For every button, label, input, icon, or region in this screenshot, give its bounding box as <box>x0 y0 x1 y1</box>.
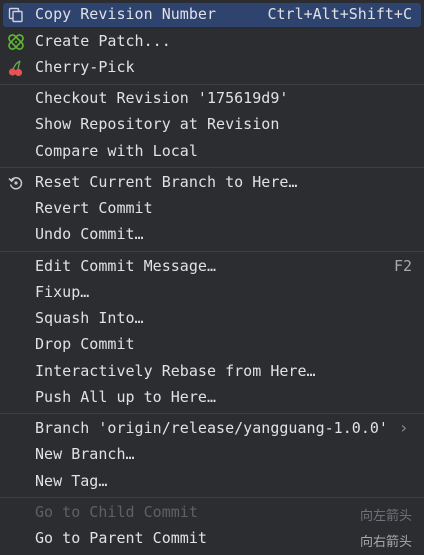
menu-separator <box>0 167 424 168</box>
squash-into-item[interactable]: Squash Into… <box>3 307 421 331</box>
create-patch-item[interactable]: Create Patch... <box>3 30 421 54</box>
show-repository-item[interactable]: Show Repository at Revision <box>3 113 421 137</box>
item-label: Branch 'origin/release/yangguang-1.0.0' <box>35 419 388 437</box>
interactive-rebase-item[interactable]: Interactively Rebase from Here… <box>3 360 421 384</box>
go-to-parent-commit-item[interactable]: Go to Parent Commit 向右箭头 <box>3 527 421 551</box>
item-shortcut: 向左箭头 <box>359 509 412 524</box>
item-label: New Branch… <box>35 445 135 463</box>
cherry-pick-item[interactable]: Cherry-Pick <box>3 56 421 80</box>
item-shortcut: F2 <box>393 257 412 275</box>
copy-revision-number-item[interactable]: Copy Revision Number Ctrl+Alt+Shift+C <box>3 3 421 27</box>
drop-commit-item[interactable]: Drop Commit <box>3 333 421 357</box>
chevron-right-icon: › <box>400 418 407 437</box>
menu-separator <box>0 251 424 252</box>
push-all-item[interactable]: Push All up to Here… <box>3 386 421 410</box>
item-label: Create Patch... <box>35 32 171 50</box>
item-label: Fixup… <box>35 283 90 301</box>
item-label: Interactively Rebase from Here… <box>35 362 316 380</box>
item-label: Undo Commit… <box>35 225 144 243</box>
patch-icon <box>7 33 25 51</box>
item-label: Cherry-Pick <box>35 58 135 76</box>
edit-commit-message-item[interactable]: Edit Commit Message… F2 <box>3 255 421 279</box>
item-label: Go to Parent Commit <box>35 529 207 547</box>
reset-icon <box>7 174 25 192</box>
new-branch-item[interactable]: New Branch… <box>3 443 421 467</box>
undo-commit-item[interactable]: Undo Commit… <box>3 223 421 247</box>
commit-context-menu: Copy Revision Number Ctrl+Alt+Shift+C Cr… <box>0 0 424 555</box>
item-label: Go to Child Commit <box>35 503 198 521</box>
menu-separator <box>0 84 424 85</box>
item-label: Squash Into… <box>35 309 144 327</box>
item-label: Show Repository at Revision <box>35 115 280 133</box>
new-tag-item[interactable]: New Tag… <box>3 470 421 494</box>
go-to-child-commit-item: Go to Child Commit 向左箭头 <box>3 501 421 525</box>
item-label: Checkout Revision '175619d9' <box>35 89 289 107</box>
item-label: Copy Revision Number <box>35 5 217 23</box>
item-label: Push All up to Here… <box>35 388 217 406</box>
item-label: New Tag… <box>35 472 108 490</box>
item-label: Revert Commit <box>35 199 153 217</box>
item-label: Compare with Local <box>35 142 198 160</box>
copy-icon <box>7 6 25 24</box>
checkout-revision-item[interactable]: Checkout Revision '175619d9' <box>3 87 421 111</box>
reset-branch-item[interactable]: Reset Current Branch to Here… <box>3 171 421 195</box>
compare-with-local-item[interactable]: Compare with Local <box>3 140 421 164</box>
item-label: Reset Current Branch to Here… <box>35 173 298 191</box>
menu-separator <box>0 413 424 414</box>
item-shortcut: 向右箭头 <box>359 535 412 550</box>
item-label: Edit Commit Message… <box>35 257 217 275</box>
fixup-item[interactable]: Fixup… <box>3 281 421 305</box>
cherry-icon <box>7 59 25 77</box>
item-label: Drop Commit <box>35 335 135 353</box>
revert-commit-item[interactable]: Revert Commit <box>3 197 421 221</box>
branch-submenu-item[interactable]: Branch 'origin/release/yangguang-1.0.0' … <box>3 417 421 441</box>
item-shortcut: Ctrl+Alt+Shift+C <box>267 5 413 23</box>
menu-separator <box>0 497 424 498</box>
